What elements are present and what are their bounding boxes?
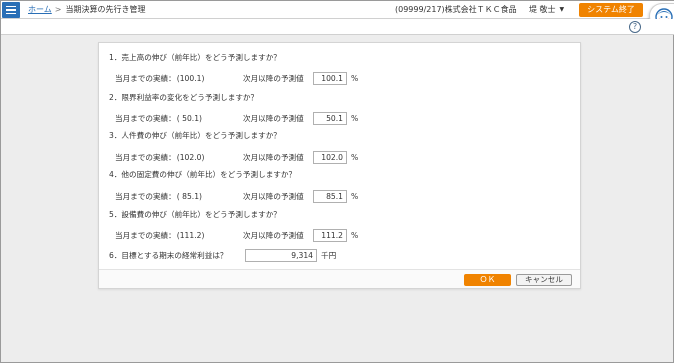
forecast-label: 次月以降の予測値 <box>243 74 304 83</box>
question-icon[interactable]: ? <box>629 21 641 33</box>
breadcrumb-home-link[interactable]: ホーム <box>28 5 52 14</box>
question-2-actual: 当月までの実績：( 50.1) <box>115 113 202 124</box>
actual-value: ( 50.1) <box>176 114 202 123</box>
forecast-label: 次月以降の予測値 <box>243 114 304 123</box>
forecast-input-2[interactable] <box>313 112 347 125</box>
percent-unit: % <box>351 192 359 201</box>
percent-unit: % <box>351 231 359 240</box>
percent-unit: % <box>351 114 359 123</box>
question-1-actual: 当月までの実績：(100.1) <box>115 73 204 84</box>
hamburger-icon[interactable] <box>2 2 20 18</box>
ok-button[interactable]: ＯＫ <box>464 274 511 286</box>
question-4-actual: 当月までの実績：( 85.1) <box>115 191 202 202</box>
app-window: ホーム > 当期決算の先行き管理 (09999/217)株式会社ＴＫＣ食品 堤 敬士… <box>0 0 674 363</box>
cancel-button[interactable]: キャンセル <box>516 274 572 286</box>
question-1-title: 1．売上高の伸び（前年比）をどう予測しますか？ <box>109 53 281 62</box>
actual-value: (111.2) <box>176 231 205 240</box>
forecast-input-3[interactable] <box>313 151 347 164</box>
forecast-label: 次月以降の予測値 <box>243 153 304 162</box>
breadcrumb: ホーム > 当期決算の先行き管理 <box>28 4 145 16</box>
forecast-dialog: 1．売上高の伸び（前年比）をどう予測しますか？ 当月までの実績：(100.1) … <box>98 42 581 289</box>
question-5-actual: 当月までの実績：(111.2) <box>115 230 204 241</box>
dialog-footer: ＯＫ キャンセル <box>99 269 580 288</box>
help-bar: ? <box>1 19 674 35</box>
question-3-title: 3．人件費の伸び（前年比）をどう予測しますか？ <box>109 131 281 140</box>
actual-value: (102.0) <box>176 153 205 162</box>
actual-value: (100.1) <box>176 74 205 83</box>
actual-label: 当月までの実績： <box>115 231 176 240</box>
system-exit-button[interactable]: システム終了 <box>579 3 643 17</box>
actual-label: 当月までの実績： <box>115 114 176 123</box>
question-5-title: 5．設備費の伸び（前年比）をどう予測しますか？ <box>109 210 281 219</box>
percent-unit: % <box>351 74 359 83</box>
forecast-label: 次月以降の予測値 <box>243 231 304 240</box>
question-2-title: 2．限界利益率の変化をどう予測しますか？ <box>109 93 259 102</box>
breadcrumb-separator: > <box>54 5 62 14</box>
actual-label: 当月までの実績： <box>115 192 176 201</box>
forecast-label: 次月以降の予測値 <box>243 192 304 201</box>
target-profit-unit: 千円 <box>321 251 337 260</box>
user-menu[interactable]: 堤 敬士 ▼ <box>529 4 564 16</box>
question-4-title: 4．他の固定費の伸び（前年比）をどう予測しますか？ <box>109 170 297 179</box>
company-name: (09999/217)株式会社ＴＫＣ食品 <box>395 5 517 14</box>
caret-down-icon: ▼ <box>559 6 565 13</box>
breadcrumb-current-page: 当期決算の先行き管理 <box>65 5 146 14</box>
actual-value: ( 85.1) <box>176 192 202 201</box>
forecast-input-1[interactable] <box>313 72 347 85</box>
user-name: 堤 敬士 <box>529 5 556 14</box>
actual-label: 当月までの実績： <box>115 74 176 83</box>
actual-label: 当月までの実績： <box>115 153 176 162</box>
forecast-input-5[interactable] <box>313 229 347 242</box>
top-bar: ホーム > 当期決算の先行き管理 (09999/217)株式会社ＴＫＣ食品 堤 敬士… <box>1 1 674 29</box>
target-profit-input[interactable] <box>245 249 317 262</box>
percent-unit: % <box>351 153 359 162</box>
question-6-title: 6．目標とする期末の経常利益は？ <box>109 251 228 260</box>
question-3-actual: 当月までの実績：(102.0) <box>115 152 204 163</box>
forecast-input-4[interactable] <box>313 190 347 203</box>
